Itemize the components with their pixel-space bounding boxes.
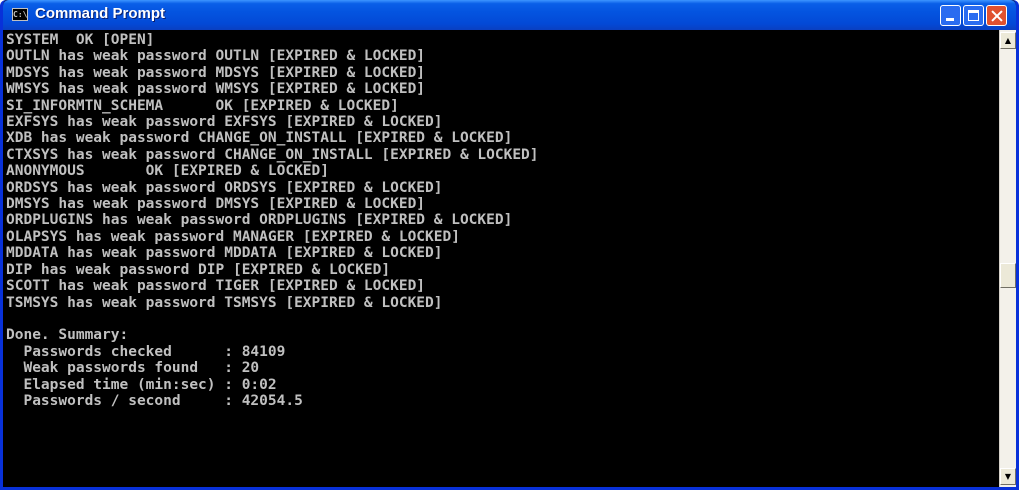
close-button[interactable] [986, 5, 1007, 26]
console-line: Passwords / second : 42054.5 [6, 392, 303, 409]
console-text: SYSTEM OK [OPEN] OUTLN has weak password… [3, 30, 999, 409]
vertical-scrollbar[interactable]: ▲ ▼ [999, 30, 1016, 487]
console-line: SYSTEM OK [OPEN] [6, 32, 155, 48]
maximize-button[interactable] [963, 5, 984, 26]
console-line: EXFSYS has weak password EXFSYS [EXPIRED… [6, 114, 443, 131]
console-line: Done. Summary: [6, 327, 129, 344]
scroll-down-button[interactable]: ▼ [1000, 468, 1016, 485]
console-line: DIP has weak password DIP [EXPIRED & LOC… [6, 261, 391, 278]
console-line: WMSYS has weak password WMSYS [EXPIRED &… [6, 81, 426, 98]
minimize-button[interactable] [940, 5, 961, 26]
console-line: OLAPSYS has weak password MANAGER [EXPIR… [6, 228, 460, 245]
console-line: ORDSYS has weak password ORDSYS [EXPIRED… [6, 179, 443, 196]
console-line: XDB has weak password CHANGE_ON_INSTALL … [6, 130, 513, 147]
window-title: Command Prompt [35, 5, 166, 22]
console-line: DMSYS has weak password DMSYS [EXPIRED &… [6, 196, 426, 213]
console-line: ORDPLUGINS has weak password ORDPLUGINS … [6, 212, 513, 229]
console-line: SI_INFORMTN_SCHEMA OK [EXPIRED & LOCKED] [6, 97, 399, 114]
scroll-up-button[interactable]: ▲ [1000, 32, 1016, 49]
console-line: Elapsed time (min:sec) : 0:02 [6, 376, 277, 393]
console-line: Weak passwords found : 20 [6, 360, 260, 377]
console-line: MDSYS has weak password MDSYS [EXPIRED &… [6, 64, 426, 81]
console-line: ANONYMOUS OK [EXPIRED & LOCKED] [6, 163, 330, 180]
console-output[interactable]: SYSTEM OK [OPEN] OUTLN has weak password… [3, 30, 999, 487]
console-line: TSMSYS has weak password TSMSYS [EXPIRED… [6, 294, 443, 311]
console-line: CTXSYS has weak password CHANGE_ON_INSTA… [6, 146, 539, 163]
title-bar[interactable]: C:\ Command Prompt [3, 0, 1016, 30]
scroll-thumb[interactable] [1000, 263, 1016, 288]
cmd-icon[interactable]: C:\ [12, 8, 28, 21]
console-line: SCOTT has weak password TIGER [EXPIRED &… [6, 278, 426, 295]
console-line: MDDATA has weak password MDDATA [EXPIRED… [6, 245, 443, 262]
console-line: OUTLN has weak password OUTLN [EXPIRED &… [6, 48, 426, 65]
console-line: Passwords checked : 84109 [6, 343, 286, 360]
command-prompt-window: C:\ Command Prompt SYSTEM OK [OPEN] OUTL… [0, 0, 1019, 490]
